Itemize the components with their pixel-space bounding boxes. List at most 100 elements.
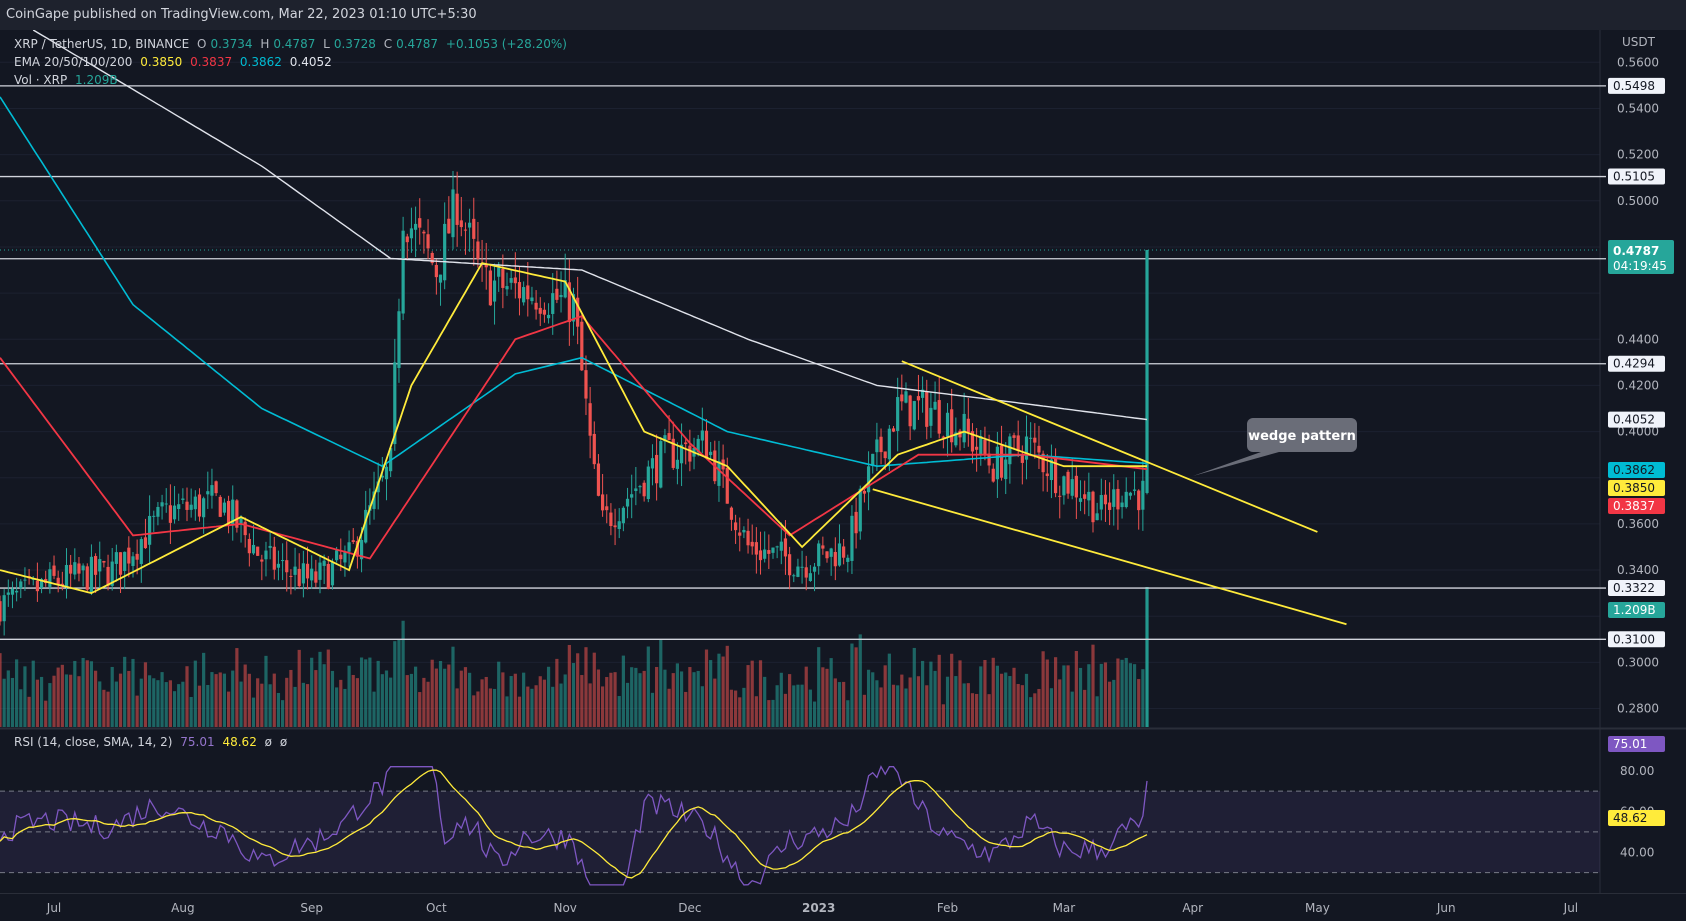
candle-body [617, 521, 621, 530]
volume-bar [1112, 679, 1116, 727]
volume-bar [143, 662, 148, 727]
candle-body [588, 403, 592, 436]
candle-body [580, 321, 584, 371]
legend-rsi-row[interactable]: RSI (14, close, SMA, 14, 2) 75.01 48.62 … [14, 735, 291, 749]
volume-bar [488, 688, 492, 727]
volume-bar [825, 668, 829, 727]
volume-bar [592, 652, 596, 727]
horizontal-levels [0, 85, 1606, 640]
volume-bar [812, 701, 817, 727]
candle-body [542, 309, 547, 315]
volume-bar [276, 692, 281, 727]
volume-bar [468, 672, 472, 727]
vol-value: 1.209B [75, 73, 118, 87]
volume-bar [891, 684, 896, 727]
volume-bar [389, 677, 393, 727]
candle-body [846, 557, 850, 562]
volume-bar [27, 696, 31, 727]
candle-body [48, 569, 52, 587]
volume-bar [172, 691, 177, 727]
volume-bar [206, 684, 210, 727]
volume-bar [118, 673, 123, 727]
volume-bar [858, 634, 862, 727]
volume-bar [73, 660, 77, 727]
candle-body [596, 463, 601, 496]
price-tick: 0.5400 [1617, 101, 1659, 115]
candle-body [1124, 491, 1128, 508]
volume-bar [721, 656, 725, 727]
volume-badge-text: 1.209B [1613, 603, 1656, 617]
candle-body [771, 547, 775, 553]
candle-body [422, 231, 426, 234]
volume-bar [617, 696, 621, 727]
candle-body [472, 218, 476, 239]
price-tick: 0.3000 [1617, 655, 1659, 669]
candle-body [767, 550, 771, 554]
volume-bar [767, 700, 771, 727]
volume-bar [600, 686, 605, 727]
candle-body [1062, 476, 1066, 496]
volume-bar [56, 667, 60, 727]
candle-body [85, 566, 89, 590]
level-badge-text: 0.4294 [1613, 357, 1655, 371]
volume-bar [472, 695, 476, 727]
volume-bar [401, 620, 405, 727]
candle-body [289, 575, 293, 577]
volume-bar [189, 696, 193, 727]
candle-body [193, 496, 197, 510]
volume-bar [941, 704, 945, 727]
month-tick: Dec [678, 901, 701, 915]
volume-bar [1070, 691, 1074, 727]
vol-label: Vol · XRP [14, 73, 68, 87]
symbol-label[interactable]: XRP / TetherUS, 1D, BINANCE [14, 37, 189, 51]
candle-body [538, 307, 542, 314]
volume-bar [1012, 667, 1016, 727]
volume-bar [750, 660, 754, 727]
volume-bar [808, 689, 812, 727]
volume-bar [700, 686, 704, 727]
volume-bar [771, 699, 775, 727]
candle-body [983, 439, 987, 455]
grid [0, 30, 1686, 893]
legend-vol-row[interactable]: Vol · XRP 1.209B [14, 73, 122, 87]
volume-bar [39, 676, 44, 727]
candle-body [15, 590, 19, 593]
volume-bar [962, 683, 966, 727]
candle-body [646, 466, 650, 500]
candlesticks [0, 170, 1149, 636]
volume-bar [563, 674, 567, 727]
rsi-value: 75.01 [180, 735, 215, 749]
volume-bar [567, 644, 571, 727]
candle-body [966, 418, 970, 433]
candle-body [93, 556, 98, 575]
candle-body [1024, 436, 1029, 460]
volume-bar [413, 666, 418, 727]
candle-body [339, 554, 343, 560]
candle-body [226, 500, 231, 524]
candle-body [1128, 492, 1132, 496]
volume-bar [405, 675, 409, 727]
candle-body [825, 551, 829, 559]
candle-body [866, 466, 871, 493]
volume-bar [605, 677, 609, 727]
volume-bar [796, 684, 800, 727]
volume-bar [397, 639, 401, 727]
candle-body [592, 433, 596, 465]
candle-body [206, 491, 210, 495]
volume-bar [1078, 667, 1083, 727]
volume-bar [260, 683, 264, 727]
candle-body [995, 446, 1000, 480]
candle-body [64, 565, 69, 587]
price-tick: 0.2800 [1617, 702, 1659, 716]
candle-body [0, 601, 2, 622]
volume-bar [584, 647, 588, 727]
legend-ema-row[interactable]: EMA 20/50/100/200 0.3850 0.3837 0.3862 0… [14, 55, 336, 69]
volume-bar [950, 653, 954, 727]
month-tick: Jul [46, 901, 61, 915]
candle-body [925, 391, 929, 427]
volume-bar [979, 666, 983, 727]
candle-body [746, 530, 750, 546]
candle-body [775, 546, 779, 548]
candle-body [1016, 435, 1020, 452]
volume-bar [871, 672, 875, 727]
